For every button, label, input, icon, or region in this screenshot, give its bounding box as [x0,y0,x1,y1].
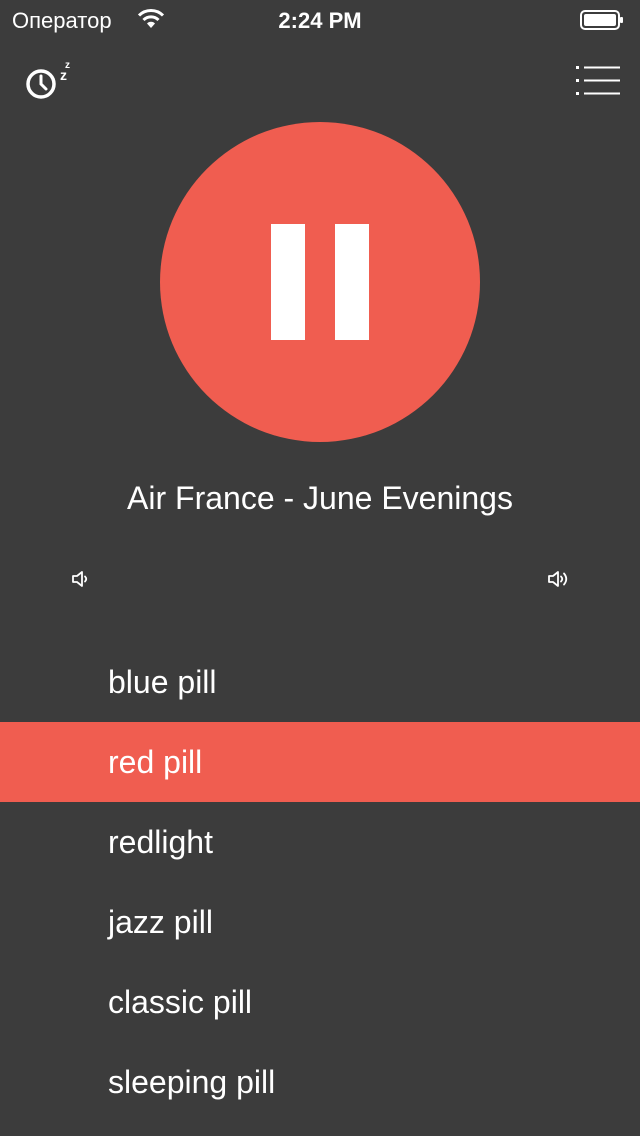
status-bar: Оператор 2:24 PM [0,0,640,40]
station-item-sleeping-pill[interactable]: sleeping pill [0,1042,640,1122]
station-item-blue-pill[interactable]: blue pill [0,642,640,722]
station-item-jazz-pill[interactable]: jazz pill [0,882,640,962]
svg-text:z: z [65,60,70,71]
station-item-classic-pill[interactable]: classic pill [0,962,640,1042]
status-time: 2:24 PM [278,8,362,33]
volume-control [0,566,640,594]
station-item-red-pill[interactable]: red pill [0,722,640,802]
sleep-timer-button[interactable]: z z [20,56,80,106]
menu-button[interactable] [572,62,626,102]
station-item-redlight[interactable]: redlight [0,802,640,882]
volume-slider[interactable] [104,579,534,581]
battery-full-icon [580,10,623,30]
station-list: blue pill red pill redlight jazz pill cl… [0,642,640,1122]
hamburger-menu-icon [576,66,620,95]
volume-high-icon [548,571,568,587]
pause-bar-right [335,224,369,340]
pause-bar-left [271,224,305,340]
sleep-timer-icon: z z [26,60,70,99]
track-title: Air France - June Evenings [127,480,513,516]
play-pause-button[interactable] [160,122,480,442]
volume-low-icon [72,571,88,587]
